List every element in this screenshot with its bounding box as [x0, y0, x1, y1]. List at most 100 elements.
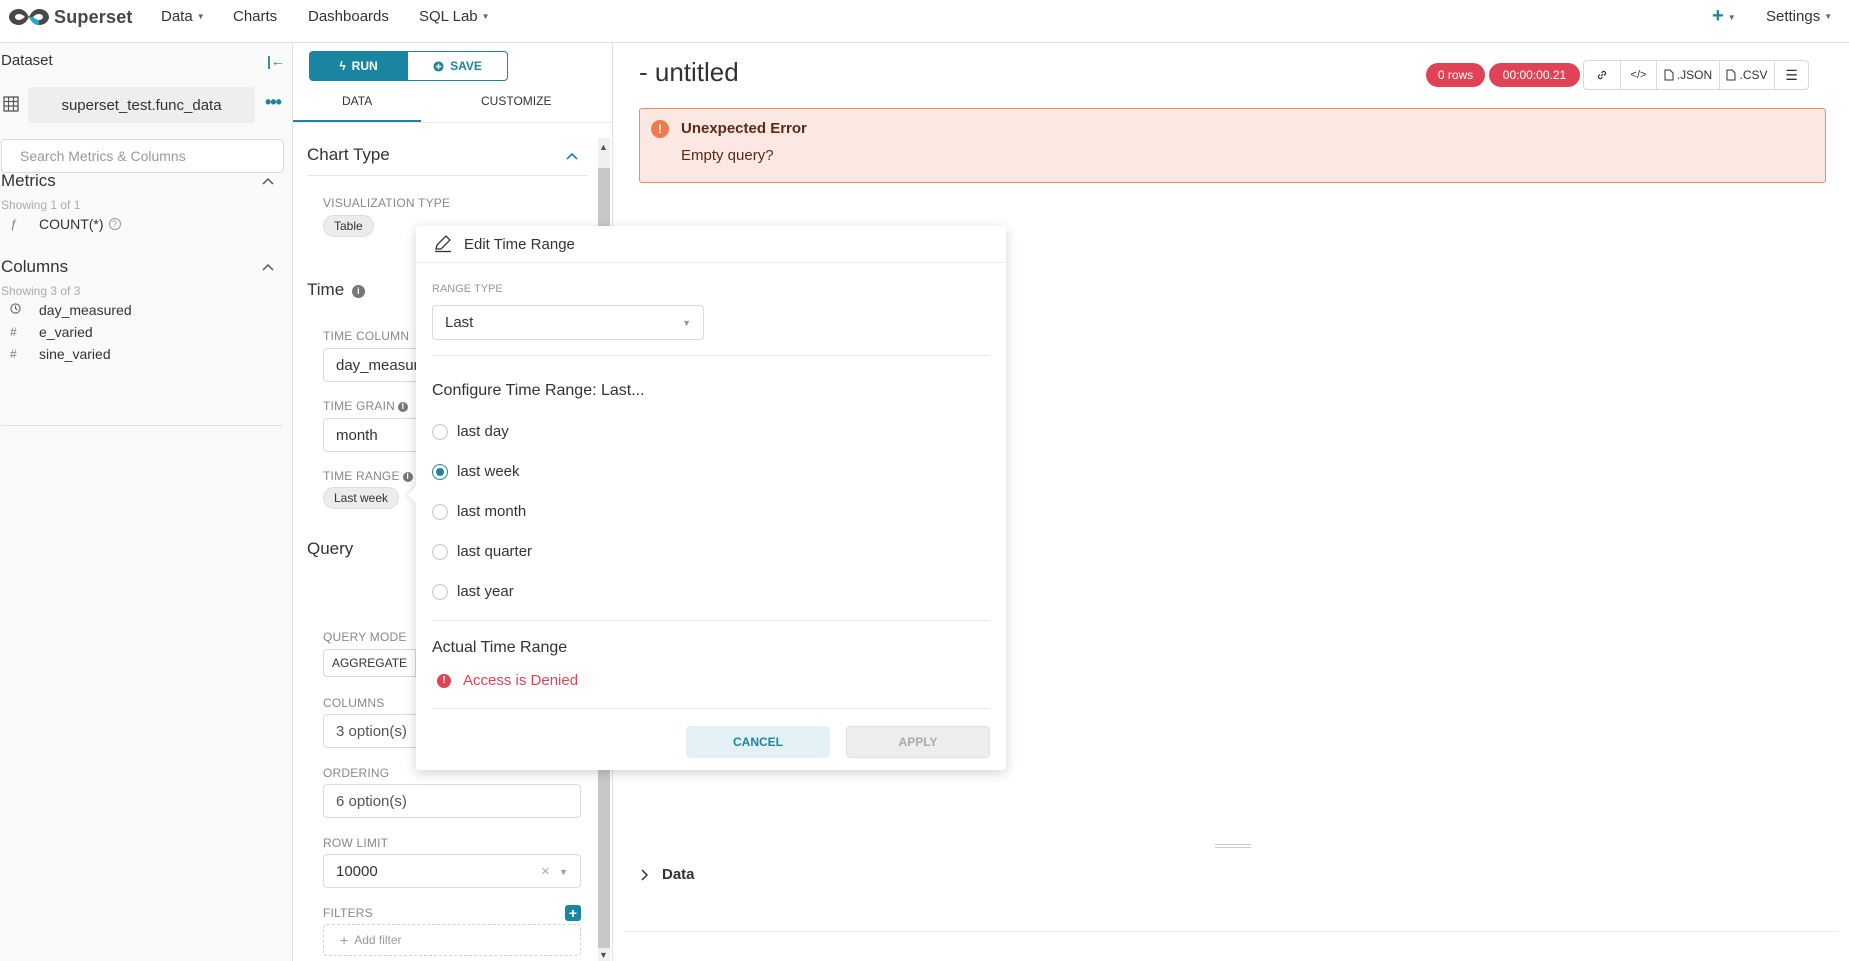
row-limit-select[interactable]: 10000 ✕ ▼	[323, 854, 581, 888]
caret-down-icon: ▼	[1727, 13, 1736, 22]
more-options-icon[interactable]: •••	[265, 92, 282, 113]
nav-dashboards-link[interactable]: Dashboards	[308, 8, 389, 25]
scroll-down-arrow-icon[interactable]: ▼	[599, 950, 608, 960]
row-limit-label: ROW LIMIT	[323, 836, 389, 850]
data-section-label: Data	[662, 866, 695, 883]
nav-charts-link[interactable]: Charts	[233, 8, 277, 25]
columns-label: COLUMNS	[323, 696, 385, 710]
metric-item[interactable]: ƒ COUNT(*) ?	[10, 216, 121, 232]
cancel-button[interactable]: CANCEL	[686, 726, 830, 758]
run-button[interactable]: ϟ RUN	[309, 51, 408, 81]
popover-header: Edit Time Range	[416, 226, 1006, 263]
collapse-panel-icon[interactable]: |←	[267, 53, 285, 69]
popover-title: Edit Time Range	[464, 236, 575, 253]
chart-type-section-title[interactable]: Chart Type	[307, 145, 390, 165]
new-item-button[interactable]: + ▼	[1712, 5, 1736, 28]
radio-last-quarter[interactable]: last quarter	[432, 543, 532, 560]
data-section-toggle[interactable]: Data	[640, 866, 695, 883]
more-menu-button[interactable]: ☰	[1775, 61, 1808, 89]
radio-label: last quarter	[457, 543, 533, 560]
query-mode-label: QUERY MODE	[323, 630, 407, 644]
chevron-up-icon[interactable]	[262, 263, 274, 271]
radio-button-checked[interactable]	[432, 463, 448, 480]
caret-down-icon: ▼	[481, 12, 490, 21]
metrics-section-title[interactable]: Metrics	[1, 171, 56, 191]
tab-customize[interactable]: CUSTOMIZE	[481, 94, 551, 108]
query-section-title[interactable]: Query	[307, 539, 353, 559]
viz-type-tag[interactable]: Table	[323, 215, 374, 237]
radio-button[interactable]	[432, 503, 448, 520]
query-mode-aggregate-button[interactable]: AGGREGATE	[323, 649, 416, 677]
top-navbar: Superset Data ▼ Charts Dashboards SQL Lab…	[0, 0, 1849, 43]
plus-icon: +	[340, 932, 349, 948]
error-alert: ! Unexpected Error Empty query?	[639, 108, 1826, 183]
chart-title[interactable]: - untitled	[639, 57, 739, 88]
chevron-up-icon[interactable]	[566, 152, 578, 160]
run-button-label: RUN	[351, 59, 378, 73]
time-range-tag[interactable]: Last week	[323, 487, 400, 509]
save-button-label: SAVE	[450, 59, 482, 73]
nav-data-label: Data	[161, 8, 193, 25]
radio-button[interactable]	[432, 423, 448, 440]
configure-heading: Configure Time Range: Last...	[432, 382, 645, 399]
time-range-label: TIME RANGE i	[323, 469, 413, 483]
clock-icon	[10, 303, 39, 317]
hash-icon: #	[10, 325, 17, 339]
tab-data[interactable]: DATA	[342, 94, 372, 108]
ordering-select[interactable]: 6 option(s)	[323, 784, 581, 818]
radio-last-year[interactable]: last year	[432, 583, 514, 600]
function-icon: ƒ	[10, 217, 17, 231]
superset-logo[interactable]: Superset	[8, 4, 133, 30]
column-item[interactable]: # e_varied	[10, 324, 93, 340]
error-message: Empty query?	[681, 147, 774, 164]
row-limit-value: 10000	[336, 862, 378, 880]
radio-last-week[interactable]: last week	[432, 463, 520, 480]
bolt-icon: ϟ	[339, 59, 346, 73]
chevron-up-icon[interactable]	[262, 177, 274, 185]
search-metrics-columns-input[interactable]	[1, 139, 284, 173]
json-label: .JSON	[1676, 68, 1713, 82]
columns-count: Showing 3 of 3	[1, 284, 81, 298]
range-type-select[interactable]: Last ▼	[432, 305, 704, 340]
csv-label: .CSV	[1739, 68, 1768, 82]
settings-menu[interactable]: Settings ▼	[1766, 8, 1832, 25]
nav-sqllab-label: SQL Lab	[419, 8, 478, 25]
file-icon	[1726, 69, 1736, 81]
column-item[interactable]: # sine_varied	[10, 346, 111, 362]
export-csv-button[interactable]: .CSV	[1720, 61, 1775, 89]
export-json-button[interactable]: .JSON	[1657, 61, 1720, 89]
time-section-label: Time	[307, 280, 345, 299]
chevron-right-icon	[641, 868, 648, 881]
radio-button[interactable]	[432, 583, 448, 600]
embed-code-button[interactable]: </>	[1621, 61, 1657, 89]
link-icon	[1597, 70, 1607, 80]
radio-last-month[interactable]: last month	[432, 503, 526, 520]
metric-label: COUNT(*)	[39, 216, 104, 232]
nav-data-menu[interactable]: Data ▼	[161, 8, 205, 25]
caret-down-icon: ▼	[1824, 12, 1833, 21]
divider	[624, 931, 1839, 932]
time-section-title[interactable]: Time i	[307, 280, 365, 300]
resize-gutter-handle[interactable]	[1215, 844, 1251, 848]
nav-sqllab-menu[interactable]: SQL Lab ▼	[419, 8, 490, 25]
warning-icon: !	[651, 120, 669, 138]
apply-button[interactable]: APPLY	[846, 726, 990, 758]
columns-section-title[interactable]: Columns	[1, 257, 68, 277]
radio-button[interactable]	[432, 543, 448, 560]
tab-bar-line	[293, 122, 613, 123]
error-title: Unexpected Error	[681, 120, 807, 137]
save-button[interactable]: SAVE	[407, 51, 508, 81]
radio-last-day[interactable]: last day	[432, 423, 509, 440]
column-item[interactable]: day_measured	[10, 302, 132, 318]
add-filter-plus-icon[interactable]: +	[565, 905, 581, 921]
column-label: sine_varied	[39, 346, 111, 362]
rows-badge: 0 rows	[1426, 63, 1485, 87]
add-filter-button[interactable]: + Add filter	[323, 924, 581, 956]
settings-label: Settings	[1766, 8, 1821, 25]
link-button[interactable]	[1584, 61, 1621, 89]
time-grain-label-text: TIME GRAIN	[323, 399, 396, 413]
scroll-up-arrow-icon[interactable]: ▲	[599, 142, 608, 152]
clear-and-caret-icons[interactable]: ✕ ▼	[541, 865, 568, 878]
dataset-name[interactable]: superset_test.func_data	[28, 87, 255, 123]
divider	[432, 620, 990, 621]
